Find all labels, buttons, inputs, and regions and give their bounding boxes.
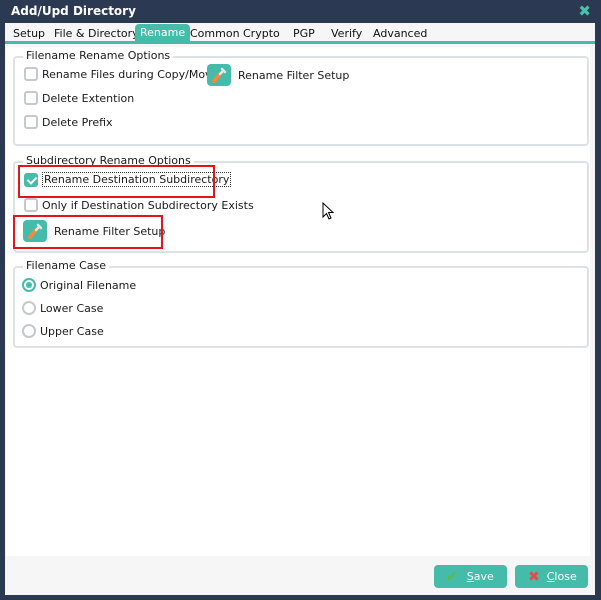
only-if-exists-checkbox[interactable]: Only if Destination Subdirectory Exists [24,198,254,212]
rename-files-checkbox[interactable]: Rename Files during Copy/Move [24,67,218,81]
checkbox-label: Only if Destination Subdirectory Exists [42,198,254,212]
save-accesskey: S [466,570,474,583]
radio-label: Original Filename [40,278,137,292]
highlight-box [18,165,215,198]
x-icon: ✖ [528,568,540,585]
radio[interactable] [22,324,36,338]
close-icon[interactable]: ✖ [578,2,591,20]
rename-filter-setup-button[interactable]: Rename Filter Setup [207,64,349,86]
checkbox-label: Rename Files during Copy/Move [42,67,219,81]
highlight-box [13,215,163,249]
filename-case-group: Filename Case Original Filename Lower Ca… [13,259,589,348]
tab-rename[interactable]: Rename [135,24,191,44]
radio-original-filename[interactable]: Original Filename [22,278,136,292]
tab-file-directory[interactable]: File & Directory [54,25,139,44]
radio-label: Upper Case [40,324,104,338]
checkmark-icon: ✔ [446,568,458,585]
filename-rename-group: Filename Rename Options Rename Files dur… [13,49,589,146]
checkbox[interactable] [24,198,38,212]
save-label: ave [473,570,494,583]
radio[interactable] [22,301,36,315]
tab-bar: Setup File & Directory Rename Common Cry… [5,23,595,44]
close-button[interactable]: ✖ Close [515,565,588,588]
mouse-cursor-icon [322,202,335,220]
window-title: Add/Upd Directory [11,4,136,18]
delete-extension-checkbox[interactable]: Delete Extention [24,91,134,105]
checkbox[interactable] [24,115,38,129]
radio-lower-case[interactable]: Lower Case [22,301,103,315]
delete-prefix-checkbox[interactable]: Delete Prefix [24,115,113,129]
checkbox[interactable] [24,67,38,81]
tab-verify[interactable]: Verify [331,25,362,44]
tab-content: Filename Rename Options Rename Files dur… [6,47,590,556]
save-button[interactable]: ✔ Save [434,565,507,588]
checkbox[interactable] [24,91,38,105]
title-bar: Add/Upd Directory ✖ [0,0,601,23]
checkbox-label: Delete Prefix [42,115,113,129]
tab-pgp[interactable]: PGP [293,25,315,44]
tab-common[interactable]: Common [190,25,240,44]
dialog-window: Setup File & Directory Rename Common Cry… [5,23,595,595]
tab-advanced[interactable]: Advanced [373,25,427,44]
close-label: lose [554,570,577,583]
group-legend: Filename Case [23,259,110,272]
radio-label: Lower Case [40,301,104,315]
radio-selected[interactable] [22,278,36,292]
tab-setup[interactable]: Setup [13,25,45,44]
checkbox-label: Delete Extention [42,91,135,105]
group-legend: Filename Rename Options [23,49,174,62]
tab-crypto[interactable]: Crypto [243,25,280,44]
close-accesskey: C [546,570,555,583]
dialog-footer: ✔ Save ✖ Close [5,556,595,595]
radio-upper-case[interactable]: Upper Case [22,324,104,338]
wrench-icon [207,64,231,86]
button-label: Rename Filter Setup [238,68,350,82]
